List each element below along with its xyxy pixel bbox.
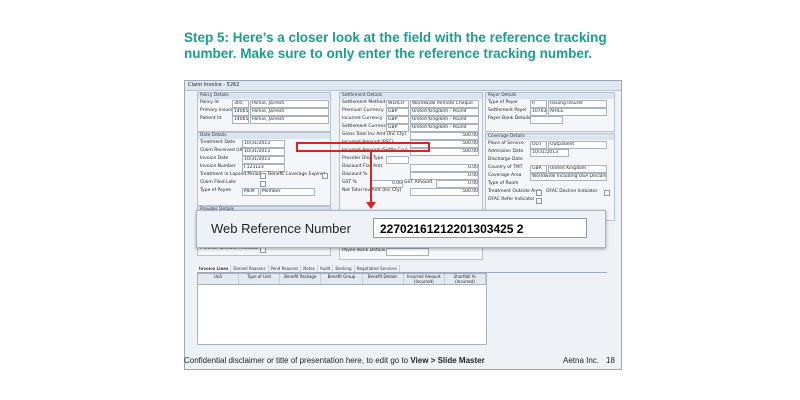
place-of-service-label: Place of Service (488, 141, 524, 146)
claim-filed-late-label: Claim Filed Late (200, 180, 236, 185)
invoice-lines-grid[interactable]: UoS Type of Unit Benefit Package Benefit… (197, 273, 487, 345)
ofac-refer-label: OFAC Refer Indicator (488, 197, 535, 202)
policy-id-label: Policy Id (200, 100, 219, 105)
web-reference-highlight (296, 142, 430, 152)
settlement-method-label: Settlement Method (342, 100, 386, 105)
tab-negotiated-services[interactable]: Negotiated Services (355, 265, 400, 272)
slide-footer: Confidential disclaimer or title of pres… (184, 356, 485, 365)
patient-id-field[interactable]: 1406587 (232, 116, 249, 124)
grid-header-incurred-amount[interactable]: Incurred Amount (Incurred) (404, 274, 445, 284)
tab-invoice-lines[interactable]: Invoice Lines (197, 265, 232, 272)
gross-total-label: Gross Total Inv Amt (Inc Cty) (342, 132, 407, 137)
type-of-payee-value: Member (260, 188, 315, 196)
page-number: 18 (606, 356, 615, 365)
footer-disclaimer: Confidential disclaimer or title of pres… (184, 356, 411, 365)
tab-audit[interactable]: Audit (318, 265, 334, 272)
discharge-date-label: Discharge Date (488, 157, 523, 162)
web-reference-zoom-callout: Web Reference Number 2270216121220130342… (196, 210, 606, 248)
grid-header-benefit-details[interactable]: Benefit Details (363, 274, 404, 284)
outside-area-label: Treatment Outside Area (488, 189, 542, 194)
ofac-refer-checkbox[interactable] (536, 198, 542, 204)
coverage-area-label: Coverage Area (488, 173, 522, 178)
gst-pct-label: GST % (342, 180, 357, 185)
zoom-web-reference-label: Web Reference Number (211, 221, 351, 236)
policy-details-group: Policy Details Policy Id 305 Porkie, Jar… (197, 92, 331, 132)
settlement-currency-label: Settlement Currency (342, 124, 389, 129)
payer-bank-field[interactable] (530, 116, 563, 124)
patient-id-label: Patient Id (200, 116, 222, 121)
tab-banking[interactable]: Banking (333, 265, 355, 272)
type-of-payee-code[interactable]: MEM (242, 188, 259, 196)
footer-slide-master: View > Slide Master (410, 356, 485, 365)
incurred-currency-label: Incurred Currency (342, 116, 383, 121)
premium-currency-label: Premium Currency (342, 108, 384, 113)
invoice-date-label: Invoice Date (200, 156, 229, 161)
treatment-lapsed-label: Treatment in Lapsed Period (200, 172, 262, 177)
claim-received-label: Claim Received (UK) (200, 148, 246, 153)
gst-amount-label: GST Amount (404, 180, 433, 185)
invoice-number-label: Invoice Number (200, 164, 236, 169)
tab-pend-reasons[interactable]: Pend Reasons (269, 265, 302, 272)
benefit-expired-label: Benefit Coverage Expired (268, 172, 326, 177)
payer-bank-label: Payer Bank Details (488, 116, 531, 121)
grid-header-benefit-group[interactable]: Benefit Group (321, 274, 363, 284)
discount-pct-label: Discount % (342, 172, 368, 177)
tab-denied-reasons[interactable]: Denied Reasons (231, 265, 269, 272)
admission-date-label: Admission Date (488, 149, 524, 154)
ofac-decline-label: OFAC Decline Indicator (546, 189, 598, 194)
settlement-details-group: Settlement Details Settlement Method WLR… (339, 92, 483, 216)
payee-bank-label: Payee Bank Details (342, 248, 386, 253)
slide-title: Step 5: Here’s a closer look at the fiel… (184, 30, 607, 61)
grid-header-benefit-package[interactable]: Benefit Package (280, 274, 322, 284)
net-total-field[interactable]: 500.00 (410, 188, 479, 196)
coverage-details-group: Coverage Details Place of Service OUT Ou… (485, 133, 615, 221)
callout-arrow-line (370, 152, 372, 204)
tab-notes[interactable]: Notes (301, 265, 318, 272)
payer-details-group: Payer Details Type of Payer II Issuing I… (485, 92, 615, 132)
primary-insured-label: Primary Insured (200, 108, 236, 113)
detail-tabs: Invoice Lines Denied Reasons Pend Reasons N… (197, 265, 607, 273)
discount-flat-label: Discount Flat Amt (342, 164, 383, 169)
window-title: Claim Invoice - 5262 (185, 81, 621, 91)
settlement-payer-label: Settlement Payer (488, 108, 527, 113)
provider-disc-label: Provider Disc Type (342, 156, 384, 161)
zoom-web-reference-field[interactable]: 22702161212201303425 2 (373, 218, 587, 238)
country-label: Country of TMT (488, 165, 523, 170)
grid-header-shortfall[interactable]: Shortfall Ar (Incurred) (445, 274, 486, 284)
type-of-room-label: Type of Room (488, 181, 519, 186)
grid-header-row: UoS Type of Unit Benefit Package Benefit… (198, 274, 486, 285)
payee-bank-field[interactable] (386, 248, 429, 256)
grid-header-uos[interactable]: UoS (198, 274, 240, 284)
grid-header-type-of-unit[interactable]: Type of Unit (239, 274, 281, 284)
patient-name: Porkie, Jarresh (250, 116, 329, 124)
treatment-date-label: Treatment Date (200, 140, 236, 145)
company-name: Aetna Inc. (563, 356, 600, 365)
payer-type-label: Type of Payer (488, 100, 519, 105)
type-of-payee-label: Type of Payee (200, 188, 232, 193)
callout-arrow-icon (366, 202, 376, 209)
